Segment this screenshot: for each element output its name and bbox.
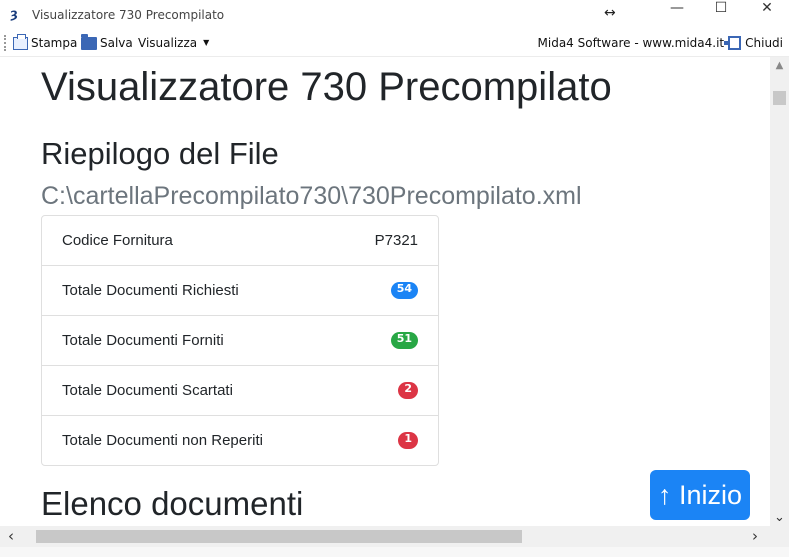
horizontal-scrollbar[interactable]: ‹ › — [0, 526, 770, 547]
summary-list: Codice Fornitura P7321 Totale Documenti … — [41, 215, 439, 466]
stampa-button[interactable]: Stampa — [13, 33, 78, 52]
scroll-right-icon[interactable]: › — [752, 527, 758, 545]
back-to-top-button[interactable]: ↑ Inizio — [650, 470, 750, 520]
toolbar: Stampa Salva Visualizza ▼ Mida4 Software… — [0, 30, 789, 57]
file-path: C:\cartellaPrecompilato730\730Precompila… — [41, 182, 582, 210]
scroll-up-icon[interactable]: ▲ — [770, 57, 789, 74]
close-window-button[interactable]: ✕ — [744, 0, 789, 30]
content-area: Visualizzatore 730 Precompilato Riepilog… — [0, 57, 770, 526]
scrollbar-corner — [770, 526, 789, 547]
exit-icon[interactable] — [724, 36, 742, 50]
codice-label: Codice Fornitura — [62, 232, 173, 249]
row-label: Totale Documenti non Reperiti — [62, 432, 263, 449]
summary-heading-text: Riepilogo del File — [41, 136, 279, 171]
vertical-scrollbar[interactable]: ▲ ⌄ — [770, 57, 789, 526]
visualizza-label: Visualizza — [138, 36, 198, 50]
window-bottom-edge — [0, 547, 789, 557]
toolbar-grip[interactable] — [4, 35, 8, 51]
summary-heading: Riepilogo del File C:\cartellaPrecompila… — [41, 134, 641, 216]
resize-cursor-icon: ↔ — [604, 5, 616, 21]
printer-icon — [13, 33, 28, 50]
row-label: Totale Documenti Richiesti — [62, 282, 239, 299]
list-item: Totale Documenti Scartati 2 — [42, 366, 438, 416]
app-logo-icon: ȝ — [10, 7, 18, 22]
title-bar: ȝ Visualizzatore 730 Precompilato ↔ — ☐ … — [0, 0, 789, 30]
scroll-down-icon[interactable]: ⌄ — [770, 509, 789, 526]
row-label: Totale Documenti Forniti — [62, 332, 224, 349]
folder-icon — [81, 33, 97, 50]
salva-button[interactable]: Salva — [81, 33, 133, 52]
visualizza-menu[interactable]: Visualizza ▼ — [138, 34, 209, 52]
row-label: Totale Documenti Scartati — [62, 382, 233, 399]
site-link[interactable]: Mida4 Software - www.mida4.it — [538, 34, 725, 52]
toolbar-right: Mida4 Software - www.mida4.it Chiudi — [538, 34, 783, 52]
count-badge: 2 — [398, 382, 418, 399]
list-item: Totale Documenti Forniti 51 — [42, 316, 438, 366]
count-badge: 54 — [390, 282, 418, 299]
chevron-down-icon: ▼ — [203, 38, 210, 47]
maximize-button[interactable]: ☐ — [698, 0, 744, 30]
page-title: Visualizzatore 730 Precompilato — [41, 65, 612, 109]
section-heading: Elenco documenti — [41, 485, 304, 522]
list-item: Totale Documenti Richiesti 54 — [42, 266, 438, 316]
window-title: Visualizzatore 730 Precompilato — [32, 8, 225, 22]
salva-label: Salva — [100, 36, 133, 50]
codice-value: P7321 — [374, 232, 418, 249]
list-item: Totale Documenti non Reperiti 1 — [42, 416, 438, 465]
minimize-button[interactable]: — — [654, 0, 700, 30]
vertical-scroll-thumb[interactable] — [773, 91, 786, 105]
count-badge: 1 — [398, 432, 418, 449]
list-item-codice: Codice Fornitura P7321 — [42, 216, 438, 266]
horizontal-scroll-thumb[interactable] — [36, 530, 522, 543]
chiudi-button[interactable]: Chiudi — [745, 34, 783, 52]
scroll-left-icon[interactable]: ‹ — [8, 527, 14, 545]
stampa-label: Stampa — [31, 36, 78, 50]
count-badge: 51 — [390, 332, 418, 349]
